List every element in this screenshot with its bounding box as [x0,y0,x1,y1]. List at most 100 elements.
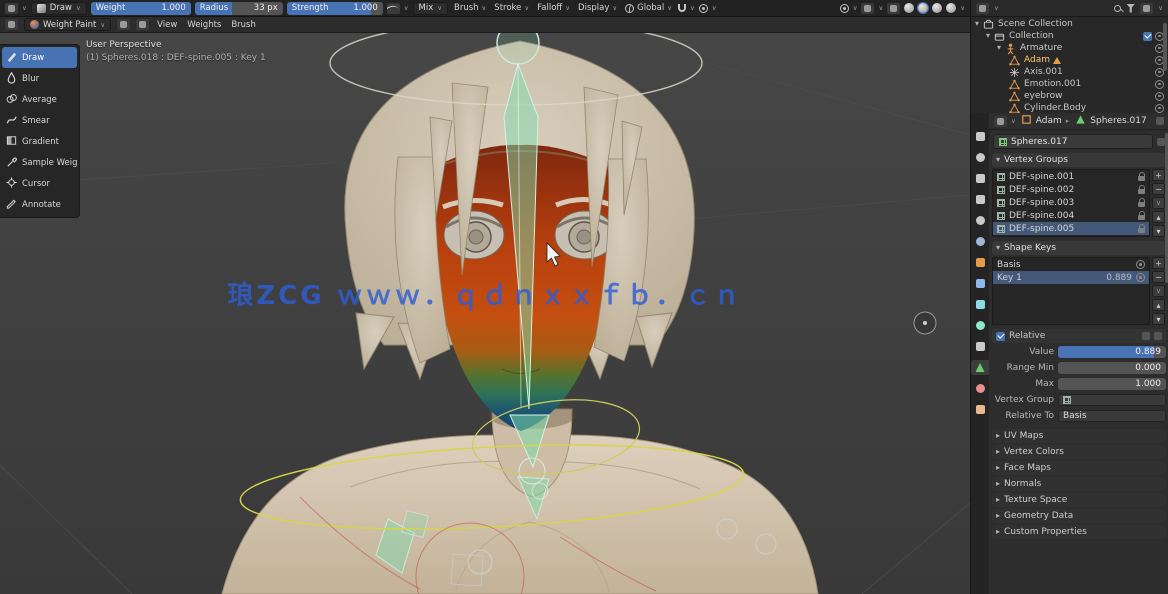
datablock-name-field[interactable]: Spheres.017 [993,134,1153,149]
radius-slider[interactable]: Radius 33 px [195,2,283,15]
shape-key-mute-eye-icon[interactable] [1136,260,1145,269]
toolbar-tool[interactable]: Smear [2,110,77,131]
vertex-group-item[interactable]: DEF-spine.002 [993,183,1149,196]
collapsed-panel[interactable]: Custom Properties [992,525,1166,539]
shading-material-icon[interactable] [932,3,942,13]
weight-slider[interactable]: Weight 1.000 [91,2,191,15]
blend-vertex-group-field[interactable] [1058,394,1166,406]
properties-tab[interactable] [971,381,989,396]
rotate-gizmo-icon[interactable] [914,312,936,334]
menu-view[interactable]: View [155,20,179,30]
properties-editor-chevron-icon[interactable] [1011,116,1016,126]
range-min-field[interactable]: 0.000 [1058,362,1166,374]
vertex-group-specials-button[interactable] [1152,197,1165,209]
menu-stroke[interactable]: Stroke [492,3,531,13]
paint-mask-vertex-icon[interactable] [136,19,149,30]
mix-mode-dropdown[interactable]: Mix [413,2,449,15]
menu-brush[interactable]: Brush [452,3,488,13]
proportional-chevron-icon[interactable] [712,3,717,13]
properties-tab[interactable] [971,234,989,249]
menu-falloff[interactable]: Falloff [535,3,572,13]
disclosure-triangle-icon[interactable] [986,31,990,41]
lock-icon[interactable] [1138,215,1145,220]
breadcrumb-item[interactable]: Spheres.017 [1066,113,1147,129]
relative-to-field[interactable]: Basis [1058,410,1166,422]
outliner-item[interactable]: Axis.001 [971,66,1168,78]
properties-tab[interactable] [971,360,989,375]
shading-rendered-icon[interactable] [946,3,956,13]
gizmo-chevron-icon[interactable] [853,3,858,13]
outliner-item[interactable]: Armature [971,42,1168,54]
outliner-item[interactable]: eyebrow [971,90,1168,102]
lock-icon[interactable] [1138,202,1145,207]
move-key-up-button[interactable] [1152,299,1165,311]
edit-mode-display-icon[interactable] [1154,332,1162,340]
properties-tab[interactable] [971,213,989,228]
xray-toggle-icon[interactable] [887,3,900,14]
properties-tab[interactable] [971,297,989,312]
vertex-group-item[interactable]: DEF-spine.001 [993,170,1149,183]
outliner-options-icon[interactable] [1140,3,1153,14]
search-icon[interactable] [1114,5,1121,12]
vertex-group-item[interactable]: DEF-spine.004 [993,209,1149,222]
menu-display[interactable]: Display [576,3,619,13]
move-key-down-button[interactable] [1152,313,1165,325]
shape-key-specials-button[interactable] [1152,285,1165,297]
shape-key-item[interactable]: Key 1 0.889 [993,271,1149,284]
collapsed-panel[interactable]: UV Maps [992,429,1166,443]
properties-tab[interactable] [971,129,989,144]
outliner-item[interactable]: Scene Collection [971,18,1168,30]
falloff-chevron-icon[interactable] [404,3,409,13]
lock-icon[interactable] [1138,176,1145,181]
orientation-dropdown[interactable]: Global [623,3,674,13]
remove-shape-key-button[interactable] [1152,271,1165,283]
shape-key-item[interactable]: Basis [993,258,1149,271]
visibility-eye-icon[interactable] [1155,104,1164,113]
menu-weights[interactable]: Weights [185,20,223,30]
toolbar-tool[interactable]: Annotate [2,194,77,215]
mode-dropdown[interactable]: Weight Paint [24,18,111,31]
falloff-curve-icon[interactable] [387,3,400,14]
fake-user-icon[interactable] [1157,138,1165,146]
show-gizmo-icon[interactable] [840,4,849,13]
outliner-options-chevron-icon[interactable] [1158,3,1163,13]
properties-tab[interactable] [971,402,989,417]
lock-icon[interactable] [1138,189,1145,194]
toolbar-tool[interactable]: Cursor [2,173,77,194]
overlays-icon[interactable] [861,3,874,14]
menu-brush2[interactable]: Brush [229,20,258,30]
range-max-field[interactable]: 1.000 [1058,378,1166,390]
move-group-up-button[interactable] [1152,211,1165,223]
properties-tab[interactable] [971,171,989,186]
remove-vertex-group-button[interactable] [1152,183,1165,195]
outliner-item[interactable]: Collection [971,30,1168,42]
shading-chevron-icon[interactable] [960,3,965,13]
toolbar-tool[interactable]: Blur [2,68,77,89]
outliner-item[interactable]: Adam [971,54,1168,66]
properties-tab[interactable] [971,255,989,270]
toolbar-tool[interactable]: Sample Weight [2,152,77,173]
collapsed-panel[interactable]: Texture Space [992,493,1166,507]
shape-keys-panel-header[interactable]: Shape Keys [992,241,1166,255]
lock-icon[interactable] [1138,228,1145,233]
shading-solid-icon[interactable] [918,3,928,13]
proportional-edit-icon[interactable] [699,4,708,13]
vertex-group-item[interactable]: DEF-spine.005 [993,222,1149,235]
collection-checkbox[interactable] [1143,32,1152,41]
properties-tab[interactable] [971,339,989,354]
move-group-down-button[interactable] [1152,225,1165,237]
visibility-eye-icon[interactable] [1155,92,1164,101]
filter-funnel-icon[interactable] [1126,4,1135,13]
collapsed-panel[interactable]: Face Maps [992,461,1166,475]
collapsed-panel[interactable]: Geometry Data [992,509,1166,523]
breadcrumb-item[interactable]: Adam [1020,113,1062,129]
outliner-item[interactable]: Cylinder.Body [971,102,1168,113]
add-vertex-group-button[interactable] [1152,169,1165,181]
shape-key-value-slider[interactable]: 0.889 [1058,346,1166,358]
strength-slider[interactable]: Strength 1.000 [287,2,383,15]
vertex-groups-panel-header[interactable]: Vertex Groups [992,153,1166,167]
editor-type-icon[interactable] [5,3,18,14]
disclosure-triangle-icon[interactable] [997,43,1001,53]
pin-shape-icon[interactable] [1142,332,1150,340]
relative-checkbox[interactable] [996,332,1005,341]
